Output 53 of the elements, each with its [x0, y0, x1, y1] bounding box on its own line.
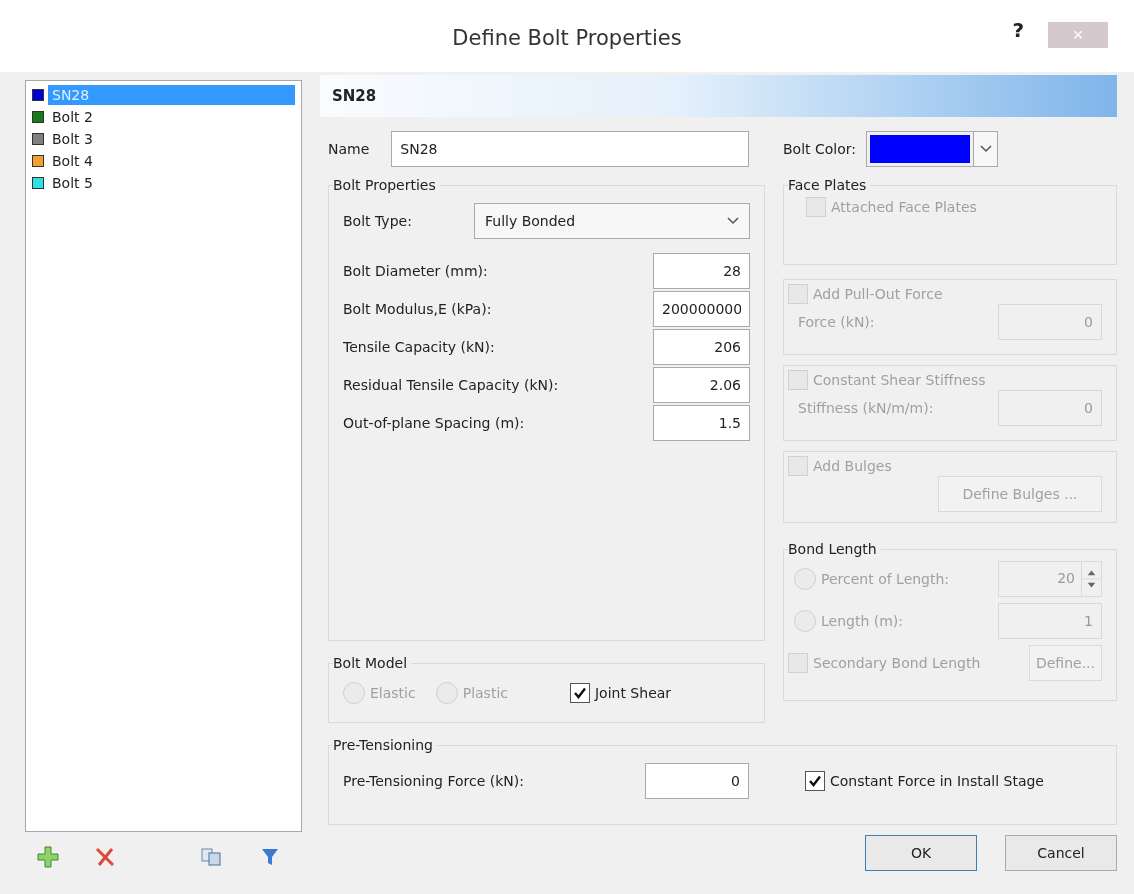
field-label: Force (kN): [798, 314, 876, 330]
group-title: Bolt Properties [333, 177, 437, 193]
field-label: Out-of-plane Spacing (m): [343, 415, 526, 431]
radio-label: Plastic [462, 685, 508, 701]
group-title: Face Plates [788, 177, 868, 193]
checkbox-label: Constant Force in Install Stage [830, 773, 1044, 789]
checkbox-label: Add Bulges [813, 458, 892, 474]
checkbox[interactable] [569, 683, 590, 703]
dialog-button[interactable]: OK [865, 835, 977, 871]
group-title: Bolt Model [333, 655, 409, 671]
checkbox-label: Constant Shear Stiffness [813, 372, 986, 388]
field-label: Bolt Modulus,E (kPa): [343, 301, 493, 317]
list-item[interactable]: Bolt 2 [48, 107, 295, 127]
name-field[interactable]: SN28 [391, 131, 750, 167]
field-label: Bolt Color: [783, 141, 857, 157]
chevron-down-icon [979, 145, 992, 153]
radio-label: Elastic [370, 685, 416, 701]
input-field[interactable]: 200000000 [653, 291, 750, 327]
add-icon[interactable] [37, 846, 59, 868]
delete-icon[interactable] [95, 847, 115, 867]
checkbox-label: Add Pull-Out Force [813, 286, 943, 302]
field-label: Stiffness (kN/m/m): [798, 400, 935, 416]
header-title: SN28 [332, 87, 377, 105]
checkbox[interactable] [805, 771, 825, 791]
field-label: Pre-Tensioning Force (kN): [343, 773, 525, 789]
list-item[interactable]: Bolt 5 [48, 173, 295, 193]
group-title: Pre-Tensioning [333, 737, 434, 753]
list-item[interactable]: Bolt 3 [48, 129, 295, 149]
input-field[interactable]: 28 [653, 253, 750, 289]
field-label: Bolt Type: [343, 213, 413, 229]
window-title: Define Bolt Properties [452, 25, 682, 50]
list-item[interactable]: Bolt 4 [48, 151, 295, 171]
copy-icon[interactable] [201, 848, 221, 866]
field-label: Residual Tensile Capacity (kN): [343, 377, 560, 393]
group-title: Bond Length [788, 541, 878, 557]
checkbox-label: Attached Face Plates [831, 199, 977, 215]
filter-icon[interactable] [261, 848, 279, 866]
dialog-button[interactable]: Cancel [1005, 835, 1117, 871]
checkbox-label: Secondary Bond Length [813, 655, 981, 671]
input-field[interactable]: 0 [645, 763, 749, 799]
radio-label: Length (m): [821, 613, 904, 629]
radio-label: Percent of Length: [821, 571, 950, 587]
input-field[interactable]: 1.5 [653, 405, 750, 441]
input-field[interactable]: 2.06 [653, 367, 750, 403]
chevron-down-icon [727, 217, 739, 225]
field-label: Bolt Diameter (mm): [343, 263, 489, 279]
color-picker[interactable] [866, 131, 999, 167]
bolt-type-dropdown[interactable]: Fully Bonded [474, 203, 750, 239]
checkbox-label: Joint Shear [594, 685, 672, 701]
input-field[interactable]: 206 [653, 329, 750, 365]
field-label: Tensile Capacity (kN): [343, 339, 496, 355]
field-label: Name [328, 141, 370, 157]
help-button[interactable]: ? [1012, 18, 1024, 42]
